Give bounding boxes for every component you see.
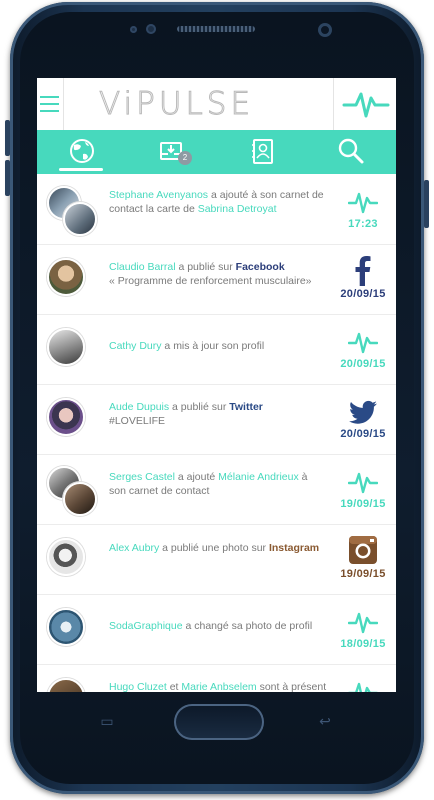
hamburger-menu-button[interactable] xyxy=(37,78,64,130)
menu-line xyxy=(40,110,59,112)
pulse-icon xyxy=(348,332,378,354)
feed-item[interactable]: Alex Aubry a publié une photo sur Instag… xyxy=(37,524,396,595)
action-text: et xyxy=(166,681,182,692)
action-text: a publié sur xyxy=(175,261,236,273)
tab-feed[interactable] xyxy=(37,130,127,174)
avatar xyxy=(47,678,85,692)
pulse-icon xyxy=(348,682,378,692)
post-quote: #LOVELIFE xyxy=(109,415,166,427)
feed-item[interactable]: Aude Dupuis a publié sur Twitter #LOVELIF… xyxy=(37,384,396,455)
feed-item[interactable]: SodaGraphique a changé sa photo de profi… xyxy=(37,594,396,665)
avatar xyxy=(47,538,85,576)
target-name[interactable]: Sabrina Detroyat xyxy=(198,203,277,215)
actor-name[interactable]: Cathy Dury xyxy=(109,340,162,352)
pulse-button[interactable] xyxy=(333,78,396,130)
light-sensor xyxy=(146,24,156,34)
timestamp: 20/09/15 xyxy=(340,358,386,370)
actor-name[interactable]: Claudio Barral xyxy=(109,261,176,273)
timestamp: 20/09/15 xyxy=(340,288,386,300)
pulse-icon xyxy=(348,612,378,634)
menu-line xyxy=(40,96,59,98)
volume-up-button[interactable] xyxy=(5,120,10,156)
network-link[interactable]: Instagram xyxy=(269,542,319,554)
action-text: a publié sur xyxy=(169,401,230,413)
timestamp: 18/09/15 xyxy=(340,638,386,650)
avatar xyxy=(63,482,97,516)
app-logo: ViPULSE xyxy=(98,86,255,122)
pulse-icon xyxy=(348,192,378,214)
contacts-book-icon xyxy=(252,139,273,164)
feed-item[interactable]: Serges Castel a ajouté Mélanie Andrieux … xyxy=(37,454,396,525)
feed-item-text: Serges Castel a ajouté Mélanie Andrieux … xyxy=(109,470,327,498)
tab-search[interactable] xyxy=(307,130,396,174)
feed-item[interactable]: Hugo Cluzet et Marie Anbselem sont à pré… xyxy=(37,664,396,692)
inbox-icon xyxy=(160,142,182,160)
app-screen: ViPULSE 2 Stephane Avenyanos a ajouté à … xyxy=(37,78,396,692)
action-text: a changé sa photo de profil xyxy=(182,620,313,632)
proximity-sensor xyxy=(130,26,137,33)
recent-apps-key[interactable]: ▭ xyxy=(96,713,118,729)
app-header: ViPULSE xyxy=(37,78,396,131)
pulse-icon xyxy=(348,472,378,494)
avatar xyxy=(47,608,85,646)
timestamp: 17:23 xyxy=(348,218,378,230)
feed-item-text: Aude Dupuis a publié sur Twitter #LOVELIF… xyxy=(109,400,327,428)
post-quote: « Programme de renforcement musculaire» xyxy=(109,275,312,287)
actor-name[interactable]: Hugo Cluzet xyxy=(109,681,167,692)
pulse-icon xyxy=(342,92,390,118)
action-text: a ajouté xyxy=(174,471,219,483)
feed-item-text: SodaGraphique a changé sa photo de profi… xyxy=(109,619,327,633)
action-text: a publié une photo sur xyxy=(159,542,269,554)
actor-name[interactable]: SodaGraphique xyxy=(109,620,183,632)
feed-item[interactable]: Claudio Barral a publié sur Facebook « Pr… xyxy=(37,244,396,315)
facebook-icon xyxy=(355,256,371,286)
search-icon xyxy=(338,138,364,164)
back-key[interactable]: ↩ xyxy=(314,713,336,729)
timestamp: 20/09/15 xyxy=(340,428,386,440)
avatar xyxy=(63,202,97,236)
target-name[interactable]: Mélanie Andrieux xyxy=(218,471,299,483)
timestamp: 19/09/15 xyxy=(340,498,386,510)
tab-inbox[interactable] xyxy=(127,130,217,174)
feed-item-text: Stephane Avenyanos a ajouté à son carnet… xyxy=(109,188,327,216)
avatar xyxy=(47,328,85,366)
feed-item-text: Alex Aubry a publié une photo sur Instag… xyxy=(109,541,327,555)
twitter-icon xyxy=(349,400,377,424)
inbox-count-badge: 2 xyxy=(178,151,192,165)
avatar xyxy=(47,398,85,436)
front-camera xyxy=(318,23,332,37)
tab-contacts[interactable] xyxy=(217,130,307,174)
instagram-icon xyxy=(349,536,377,564)
actor-name[interactable]: Serges Castel xyxy=(109,471,175,483)
target-name[interactable]: Marie Anbselem xyxy=(181,681,256,692)
actor-name[interactable]: Stephane Avenyanos xyxy=(109,189,208,201)
actor-name[interactable]: Aude Dupuis xyxy=(109,401,169,413)
power-button[interactable] xyxy=(424,180,429,228)
actor-name[interactable]: Alex Aubry xyxy=(109,542,159,554)
feed-item-text: Cathy Dury a mis à jour son profil xyxy=(109,339,327,353)
network-link[interactable]: Facebook xyxy=(236,261,285,273)
action-text: a mis à jour son profil xyxy=(161,340,265,352)
feed-item-text: Hugo Cluzet et Marie Anbselem sont à pré… xyxy=(109,680,327,692)
active-tab-indicator xyxy=(59,168,103,171)
timestamp: 19/09/15 xyxy=(340,568,386,580)
tab-bar: 2 xyxy=(37,130,396,174)
earpiece-speaker xyxy=(177,26,255,32)
feed-item[interactable]: Stephane Avenyanos a ajouté à son carnet… xyxy=(37,174,396,245)
home-button[interactable] xyxy=(174,704,264,740)
avatar xyxy=(47,258,85,296)
action-text: sont à présent xyxy=(256,681,327,692)
volume-down-button[interactable] xyxy=(5,160,10,196)
feed-item-text: Claudio Barral a publié sur Facebook « Pr… xyxy=(109,260,327,288)
menu-line xyxy=(40,103,59,105)
feed-item[interactable]: Cathy Dury a mis à jour son profil 20/09… xyxy=(37,314,396,385)
network-link[interactable]: Twitter xyxy=(229,401,263,413)
